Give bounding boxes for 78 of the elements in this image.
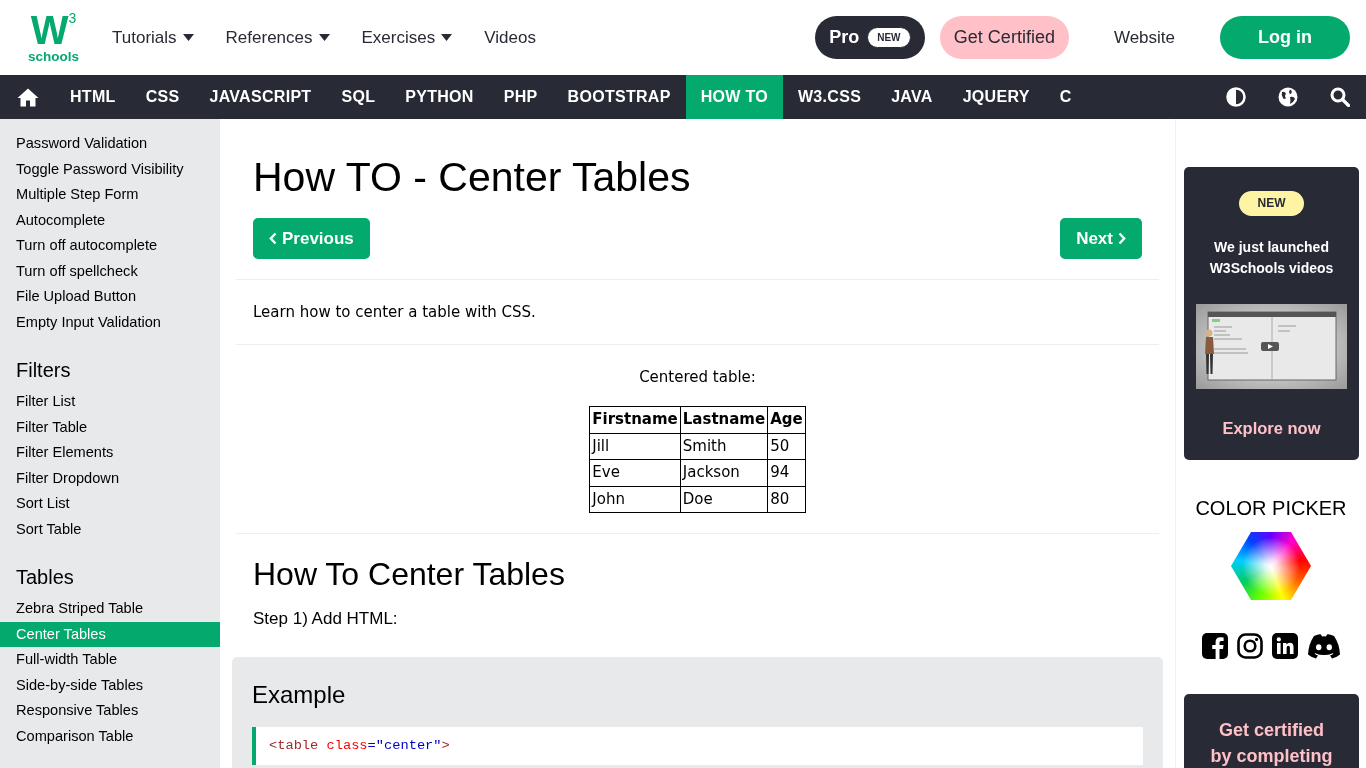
intro-text: Learn how to center a table with CSS. (253, 302, 536, 323)
table-cell: Doe (680, 486, 768, 513)
sidebar-link[interactable]: Filter Dropdown (0, 465, 220, 491)
table-cell: 50 (767, 433, 806, 460)
new-badge: NEW (867, 27, 911, 48)
topnav-link[interactable]: JQUERY (947, 75, 1045, 119)
sidebar-link[interactable]: Comparison Table (0, 723, 220, 749)
table-header-cell: Firstname (589, 406, 681, 433)
section-heading: How To Center Tables (253, 555, 565, 594)
sidebar-link[interactable]: Password Validation (0, 131, 220, 157)
sidebar-link[interactable]: Filter Table (0, 414, 220, 440)
caret-icon (182, 34, 194, 41)
table-caption: Centered table: (639, 368, 756, 386)
topnav-link[interactable]: CSS (130, 75, 195, 119)
sidebar-link[interactable]: Zebra Striped Table (0, 596, 220, 622)
new-badge: NEW (1239, 191, 1304, 216)
home-icon[interactable] (16, 87, 39, 107)
sidebar-link[interactable]: Sort Table (0, 516, 220, 542)
topnav-link[interactable]: JAVASCRIPT (194, 75, 327, 119)
sidebar-link[interactable]: Responsive Tables (0, 698, 220, 724)
sidebar-link[interactable]: Multiple Step Form (0, 182, 220, 208)
table-cell: 80 (767, 486, 806, 513)
table-header-cell: Lastname (680, 406, 768, 433)
linkedin-icon[interactable] (1271, 633, 1298, 659)
discord-icon[interactable] (1306, 633, 1341, 659)
table-cell: John (589, 486, 681, 513)
certificate-text[interactable]: Get certified by completing (1194, 717, 1349, 768)
caret-icon (318, 34, 330, 41)
globe-icon[interactable] (1278, 87, 1298, 107)
sidebar-link[interactable]: Side-by-side Tables (0, 672, 220, 698)
contrast-icon[interactable] (1226, 87, 1246, 107)
nav-dropdown[interactable]: Tutorials (112, 27, 194, 48)
sidebar-heading: Tables (16, 565, 75, 590)
sidebar-link[interactable]: Autocomplete (0, 207, 220, 233)
topnav-link[interactable]: JAVA (876, 75, 948, 119)
page-title: How TO - Center Tables (253, 153, 691, 202)
topnav-link[interactable]: PYTHON (390, 75, 489, 119)
explore-link[interactable]: Explore now (1222, 417, 1321, 439)
sidebar-link[interactable]: File Upload Button (0, 284, 220, 310)
table-cell: Jackson (680, 459, 768, 486)
nav-dropdown[interactable]: Exercises (361, 27, 453, 48)
video-thumbnail-drawing[interactable] (1196, 304, 1347, 389)
chevron-right-icon (1118, 232, 1126, 245)
facebook-icon[interactable] (1201, 633, 1228, 659)
sidebar-link[interactable]: Full-width Table (0, 647, 220, 673)
chevron-left-icon (269, 232, 277, 245)
color-picker-heading: COLOR PICKER (1195, 496, 1347, 521)
sidebar-link[interactable]: Filter List (0, 389, 220, 415)
sidebar-link[interactable]: Filter Elements (0, 440, 220, 466)
table-cell: Smith (680, 433, 768, 460)
topnav-link[interactable]: SQL (326, 75, 391, 119)
search-icon[interactable] (1330, 87, 1350, 107)
caret-icon (441, 34, 453, 41)
website-link[interactable]: Website (1113, 27, 1175, 48)
sidebar-link[interactable]: Toggle Password Visibility (0, 156, 220, 182)
promo-text: We just launched W3Schools videos (1208, 238, 1335, 278)
code-line: <table class="center"> (269, 737, 450, 755)
topnav-link[interactable]: HTML (55, 75, 131, 119)
table-header-cell: Age (767, 406, 806, 433)
pro-button[interactable]: Pro NEW (814, 16, 925, 59)
sidebar-link[interactable]: Turn off spellcheck (0, 258, 220, 284)
nav-dropdown[interactable]: References (225, 27, 330, 48)
sidebar-link[interactable]: Turn off autocomplete (0, 233, 220, 259)
topnav-link[interactable]: C (1044, 75, 1087, 119)
instagram-icon[interactable] (1236, 633, 1263, 659)
nav-link[interactable]: Videos (484, 27, 536, 48)
table-cell: Jill (589, 433, 681, 460)
topnav-link[interactable]: PHP (488, 75, 553, 119)
sidebar-link[interactable]: Empty Input Validation (0, 309, 220, 335)
table-cell: 94 (767, 459, 806, 486)
sidebar-link[interactable]: Sort List (0, 491, 220, 517)
table-cell: Eve (589, 459, 681, 486)
step-text: Step 1) Add HTML: (253, 608, 398, 630)
topnav-link[interactable]: BOOTSTRAP (552, 75, 686, 119)
topnav-link[interactable]: W3.CSS (782, 75, 877, 119)
get-certified-button[interactable]: Get Certified (939, 16, 1069, 59)
example-heading: Example (252, 680, 346, 710)
sidebar-heading: Filters (16, 358, 72, 383)
